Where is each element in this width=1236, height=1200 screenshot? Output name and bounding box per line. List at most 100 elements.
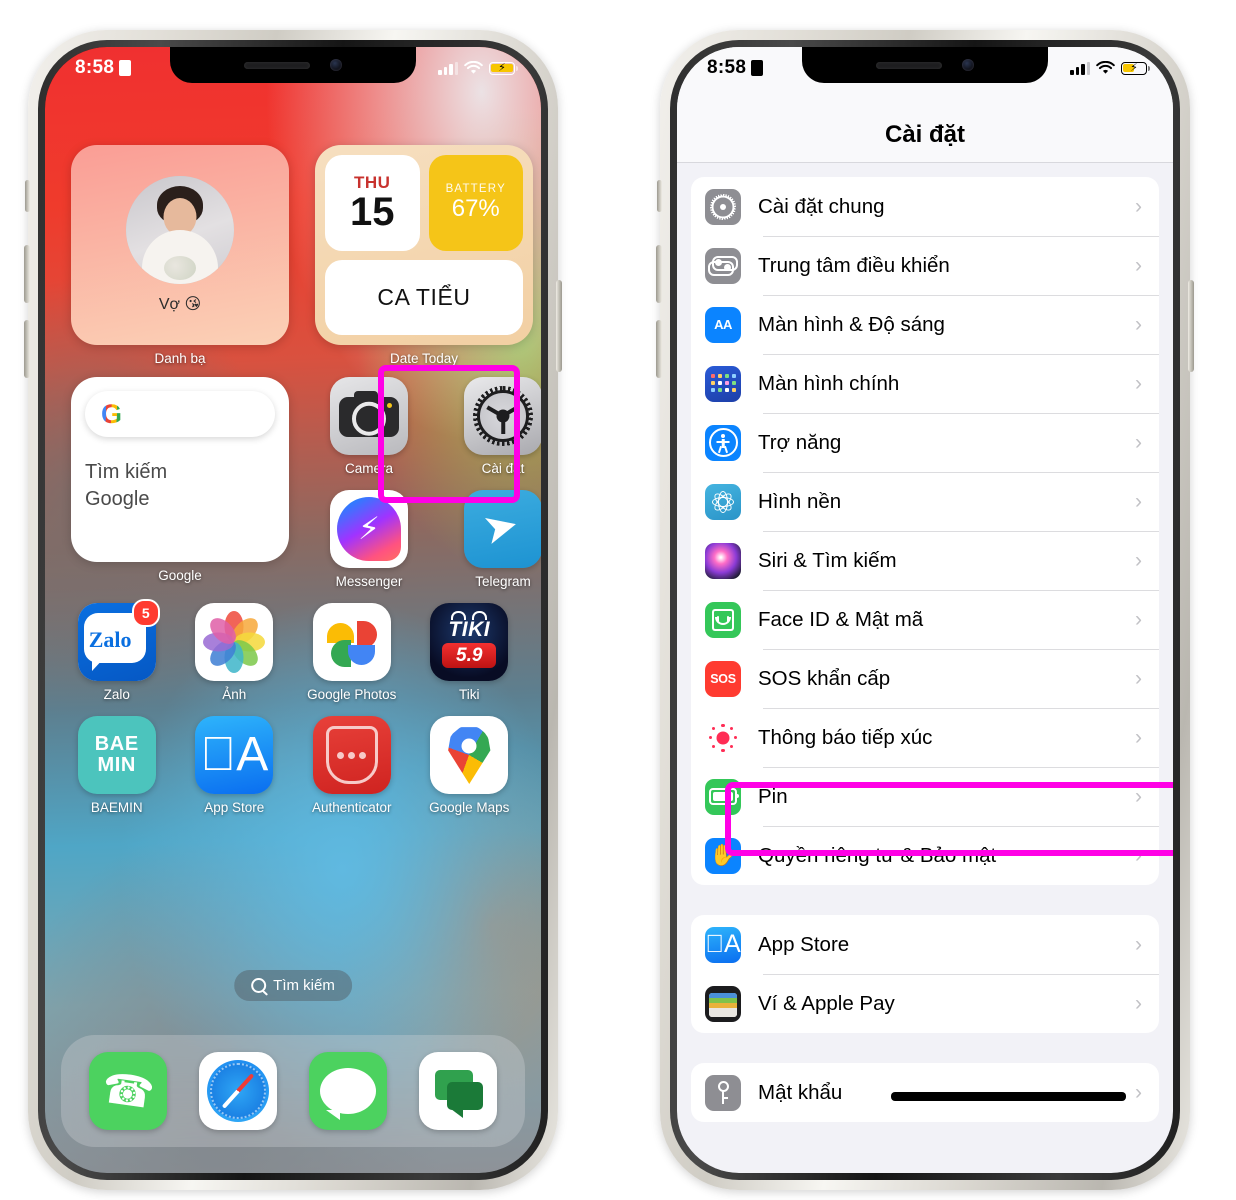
- google-photos-icon[interactable]: [312, 603, 391, 681]
- messages-icon[interactable]: [309, 1052, 387, 1130]
- volume-up-button[interactable]: [24, 245, 30, 303]
- home-screen-content: Vợ 😘 Danh bạ THU 15 BATTERY 67% CA TIỂU …: [45, 47, 541, 1173]
- settings-group-2: A App Store ›: [691, 915, 1159, 1033]
- power-button-right[interactable]: [1188, 280, 1194, 372]
- settings-row-home-screen[interactable]: Màn hình chính ›: [691, 354, 1159, 413]
- settings-group-3: Mật khẩu ›: [691, 1063, 1159, 1122]
- settings-row-display[interactable]: AA Màn hình & Độ sáng ›: [691, 295, 1159, 354]
- wallet-icon: [705, 985, 741, 1022]
- orientation-lock-icon: [751, 60, 764, 76]
- settings-row-wallpaper[interactable]: Hình nền ›: [691, 472, 1159, 531]
- silent-switch-button[interactable]: [25, 180, 30, 212]
- day-of-week: THU: [354, 172, 391, 192]
- app-camera[interactable]: Camera: [315, 377, 423, 476]
- front-camera-icon: [962, 59, 974, 71]
- google-search-widget[interactable]: G Tìm kiếm Google: [71, 377, 289, 562]
- wifi-icon: [1096, 61, 1115, 74]
- app-tiki[interactable]: TIKI 5.9 Tiki: [424, 603, 516, 702]
- earpiece-speaker-icon: [244, 61, 310, 69]
- front-camera-icon: [330, 59, 342, 71]
- widget-date-cell[interactable]: THU 15 BATTERY 67% CA TIỂU Date Today: [315, 145, 533, 366]
- chevron-right-icon: ›: [1135, 608, 1142, 631]
- date-today-widget[interactable]: THU 15 BATTERY 67% CA TIỂU: [315, 145, 533, 345]
- settings-row-sos[interactable]: SOS SOS khẩn cấp ›: [691, 649, 1159, 708]
- settings-row-siri[interactable]: Siri & Tìm kiếm ›: [691, 531, 1159, 590]
- battery-tile[interactable]: BATTERY 67%: [428, 155, 523, 251]
- app-photos[interactable]: Ảnh: [189, 603, 281, 702]
- tiki-promo: 5.9: [442, 643, 497, 668]
- google-maps-icon[interactable]: [430, 716, 509, 794]
- app-google-photos[interactable]: Google Photos: [306, 603, 398, 702]
- settings-label-exposure: Thông báo tiếp xúc: [758, 725, 933, 749]
- app-row-camera-settings: Camera Cài đặt: [315, 377, 541, 476]
- settings-label-app-store: App Store: [758, 932, 850, 956]
- camera-icon[interactable]: [330, 377, 408, 455]
- chevron-right-icon: ›: [1135, 254, 1142, 277]
- app-settings[interactable]: Cài đặt: [449, 377, 541, 476]
- home-search-pill[interactable]: Tìm kiếm: [234, 970, 352, 1001]
- app-label-google: Google: [158, 568, 202, 583]
- notch-right: [802, 47, 1048, 83]
- settings-row-control-center[interactable]: Trung tâm điều khiển ›: [691, 236, 1159, 295]
- safari-icon[interactable]: [199, 1052, 277, 1130]
- chevron-right-icon: ›: [1135, 372, 1142, 395]
- orientation-lock-icon: [119, 60, 132, 76]
- settings-list[interactable]: Cài đặt chung › Trung tâm điều khiển › A…: [677, 163, 1173, 1173]
- phone-screen-left: 8:58 ⚡ Vợ 😘 Danh bạ THU 15 BATTERY 67% C…: [45, 47, 541, 1173]
- settings-row-battery[interactable]: Pin ›: [691, 767, 1159, 826]
- phone-icon[interactable]: ☎: [89, 1052, 167, 1130]
- search-pill-label: Tìm kiếm: [273, 977, 335, 994]
- app-row-3: Zalo 5 Zalo Ảnh Google Photos TIKI 5.9 T…: [71, 599, 516, 702]
- widget-contacts-cell[interactable]: Vợ 😘 Danh bạ: [71, 145, 289, 366]
- search-icon: [251, 978, 267, 993]
- calendar-tile[interactable]: THU 15: [325, 155, 420, 251]
- contact-name: Vợ 😘: [158, 296, 202, 313]
- phone-settings-screen: Cài đặt Cài đặt chung › Trung tâm điều k…: [656, 30, 1194, 1190]
- photos-icon[interactable]: [195, 603, 274, 681]
- settings-label-siri: Siri & Tìm kiếm: [758, 548, 897, 572]
- volume-down-button[interactable]: [24, 320, 30, 378]
- status-time: 8:58: [707, 57, 747, 78]
- redaction-bar: [891, 1092, 1126, 1101]
- settings-row-general[interactable]: Cài đặt chung ›: [691, 177, 1159, 236]
- privacy-hand-icon: ✋: [705, 837, 741, 874]
- google-search-pill[interactable]: G: [85, 391, 275, 437]
- app-google-maps[interactable]: Google Maps: [424, 716, 516, 815]
- tiki-icon[interactable]: TIKI 5.9: [430, 603, 509, 681]
- app-baemin[interactable]: BAE MIN BAEMIN: [71, 716, 163, 815]
- settings-row-accessibility[interactable]: Trợ năng ›: [691, 413, 1159, 472]
- settings-row-privacy[interactable]: ✋ Quyền riêng tư & Bảo mật ›: [691, 826, 1159, 885]
- volume-up-button-right[interactable]: [656, 245, 662, 303]
- baemin-icon[interactable]: BAE MIN: [77, 716, 156, 794]
- app-label-messenger: Messenger: [335, 574, 403, 589]
- app-app-store[interactable]: A App Store: [189, 716, 281, 815]
- app-messenger[interactable]: ⚡ Messenger: [315, 490, 423, 589]
- authenticator-icon[interactable]: [312, 716, 391, 794]
- status-time: 8:58: [75, 57, 115, 78]
- app-authenticator[interactable]: Authenticator: [306, 716, 398, 815]
- power-button[interactable]: [556, 280, 562, 372]
- settings-label-display: Màn hình & Độ sáng: [758, 312, 945, 336]
- settings-row-exposure[interactable]: Thông báo tiếp xúc ›: [691, 708, 1159, 767]
- volume-down-button-right[interactable]: [656, 320, 662, 378]
- contacts-widget[interactable]: Vợ 😘: [71, 145, 289, 345]
- settings-row-passwords[interactable]: Mật khẩu ›: [691, 1063, 1159, 1122]
- settings-row-wallet[interactable]: Ví & Apple Pay ›: [691, 974, 1159, 1033]
- app-telegram[interactable]: ➤ Telegram: [449, 490, 541, 589]
- telegram-icon[interactable]: ➤: [464, 490, 541, 568]
- app-zalo[interactable]: Zalo 5 Zalo: [71, 599, 163, 702]
- app-store-icon[interactable]: A: [195, 716, 274, 794]
- silent-switch-button-right[interactable]: [657, 180, 662, 212]
- app-label-google-maps: Google Maps: [429, 800, 510, 815]
- chevron-right-icon: ›: [1135, 1081, 1142, 1104]
- messenger-icon[interactable]: ⚡: [330, 490, 408, 568]
- settings-label-general: Cài đặt chung: [758, 194, 885, 218]
- settings-row-face-id[interactable]: Face ID & Mật mã ›: [691, 590, 1159, 649]
- settings-row-app-store[interactable]: A App Store ›: [691, 915, 1159, 974]
- shift-tile[interactable]: CA TIỂU: [325, 260, 523, 335]
- google-widget-cell[interactable]: G Tìm kiếm Google Google: [71, 377, 289, 583]
- google-messages-icon[interactable]: [419, 1052, 497, 1130]
- widget-row: Vợ 😘 Danh bạ THU 15 BATTERY 67% CA TIỂU …: [71, 145, 533, 366]
- zalo-icon[interactable]: Zalo 5: [77, 599, 160, 681]
- settings-gear-icon[interactable]: [464, 377, 541, 455]
